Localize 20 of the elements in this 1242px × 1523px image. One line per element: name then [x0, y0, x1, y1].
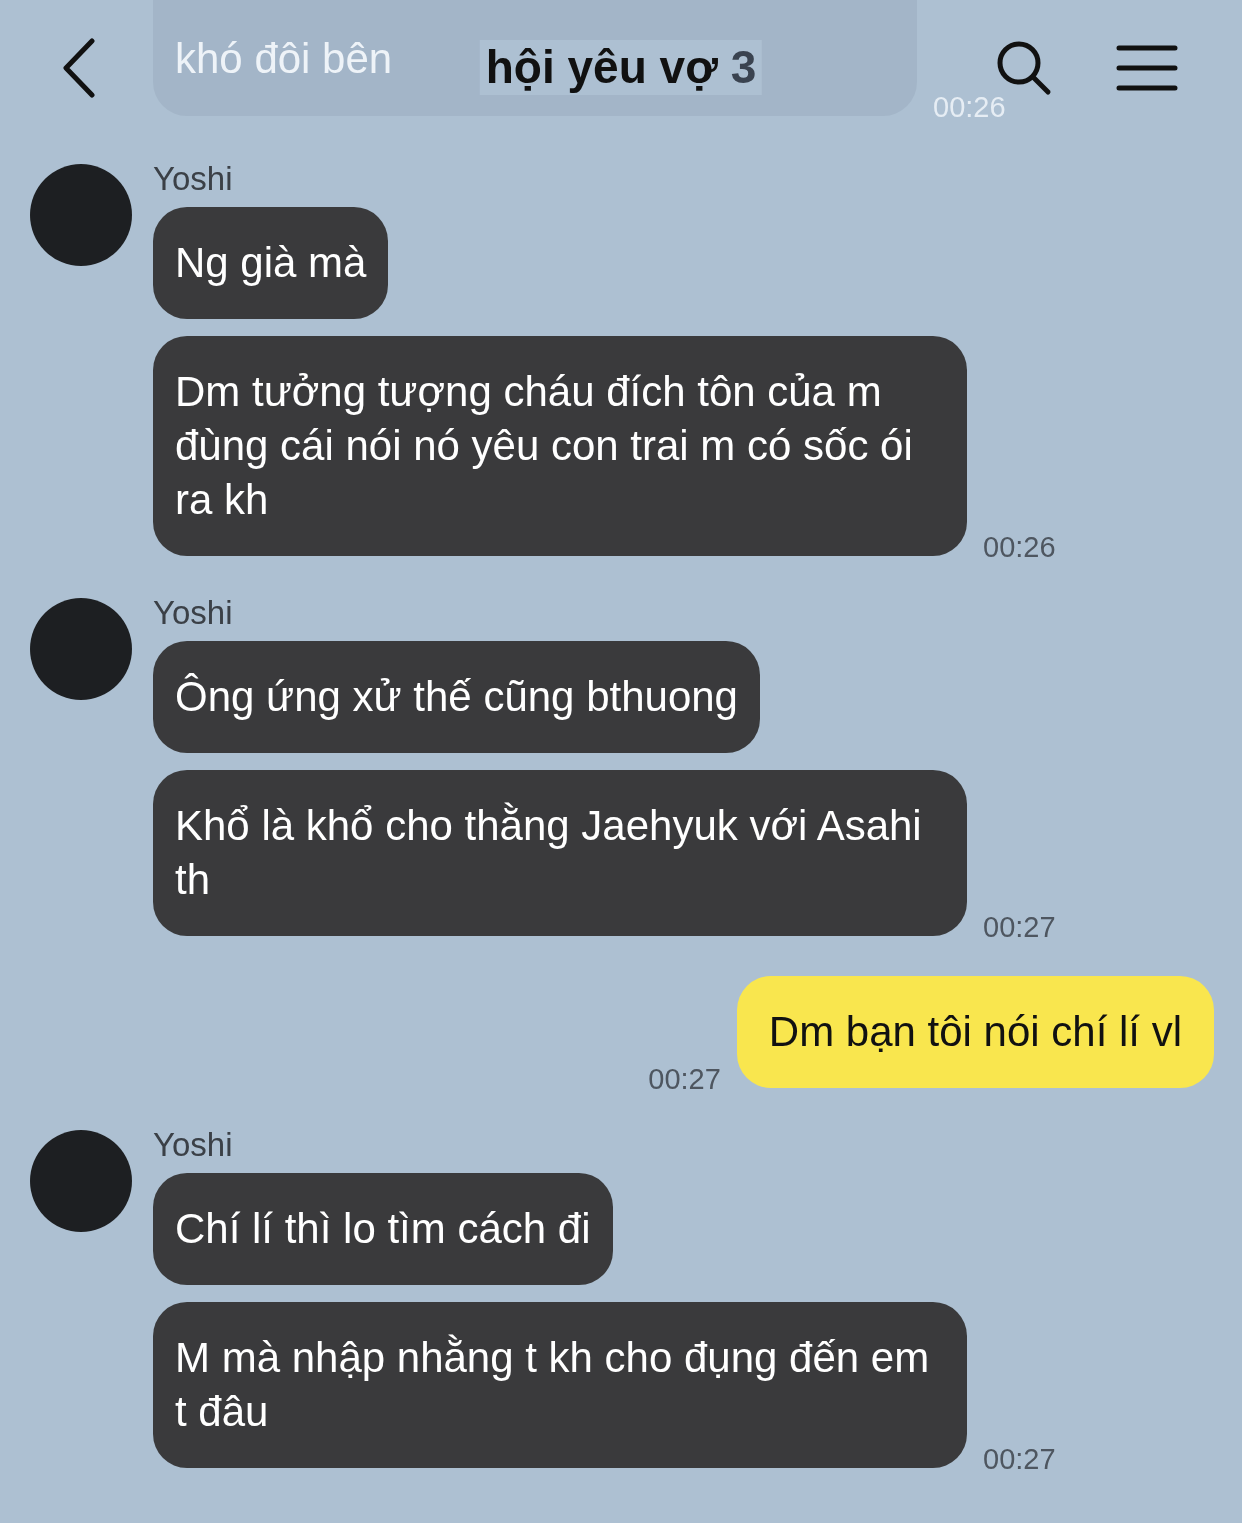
- chat-title: hội yêu vợ 3: [479, 40, 763, 95]
- message-bubble: Chí lí thì lo tìm cách đi: [153, 1173, 613, 1285]
- message-bubble: Dm tưởng tượng cháu đích tôn của m đùng cái nói nó yêu con trai m có sốc ói ra kh: [153, 336, 967, 556]
- message-time: 00:26: [933, 91, 1006, 124]
- message-bubble: Ông ứng xử thế cũng bthuong: [153, 641, 760, 753]
- message-bubble: Khổ là khổ cho thằng Jaehyuk với Asahi th: [153, 770, 967, 936]
- member-count: 3: [730, 41, 757, 93]
- sender-name: Yoshi: [153, 594, 234, 632]
- message-bubble: Dm bạn tôi nói chí lí vl: [736, 976, 1214, 1088]
- back-icon[interactable]: [62, 37, 96, 98]
- message-bubble: M mà nhập nhằng t kh cho đụng đến em t đâu: [153, 1302, 967, 1468]
- message-time: 00:27: [983, 911, 1056, 944]
- message-time: 00:27: [648, 1063, 721, 1096]
- sender-name: Yoshi: [153, 1126, 234, 1164]
- menu-icon[interactable]: [1116, 43, 1178, 92]
- message-bubble: Ng già mà: [153, 207, 389, 319]
- search-icon[interactable]: [996, 39, 1052, 96]
- sender-name: Yoshi: [153, 160, 234, 198]
- message-time: 00:27: [983, 1443, 1056, 1476]
- message-time: 00:26: [983, 531, 1056, 564]
